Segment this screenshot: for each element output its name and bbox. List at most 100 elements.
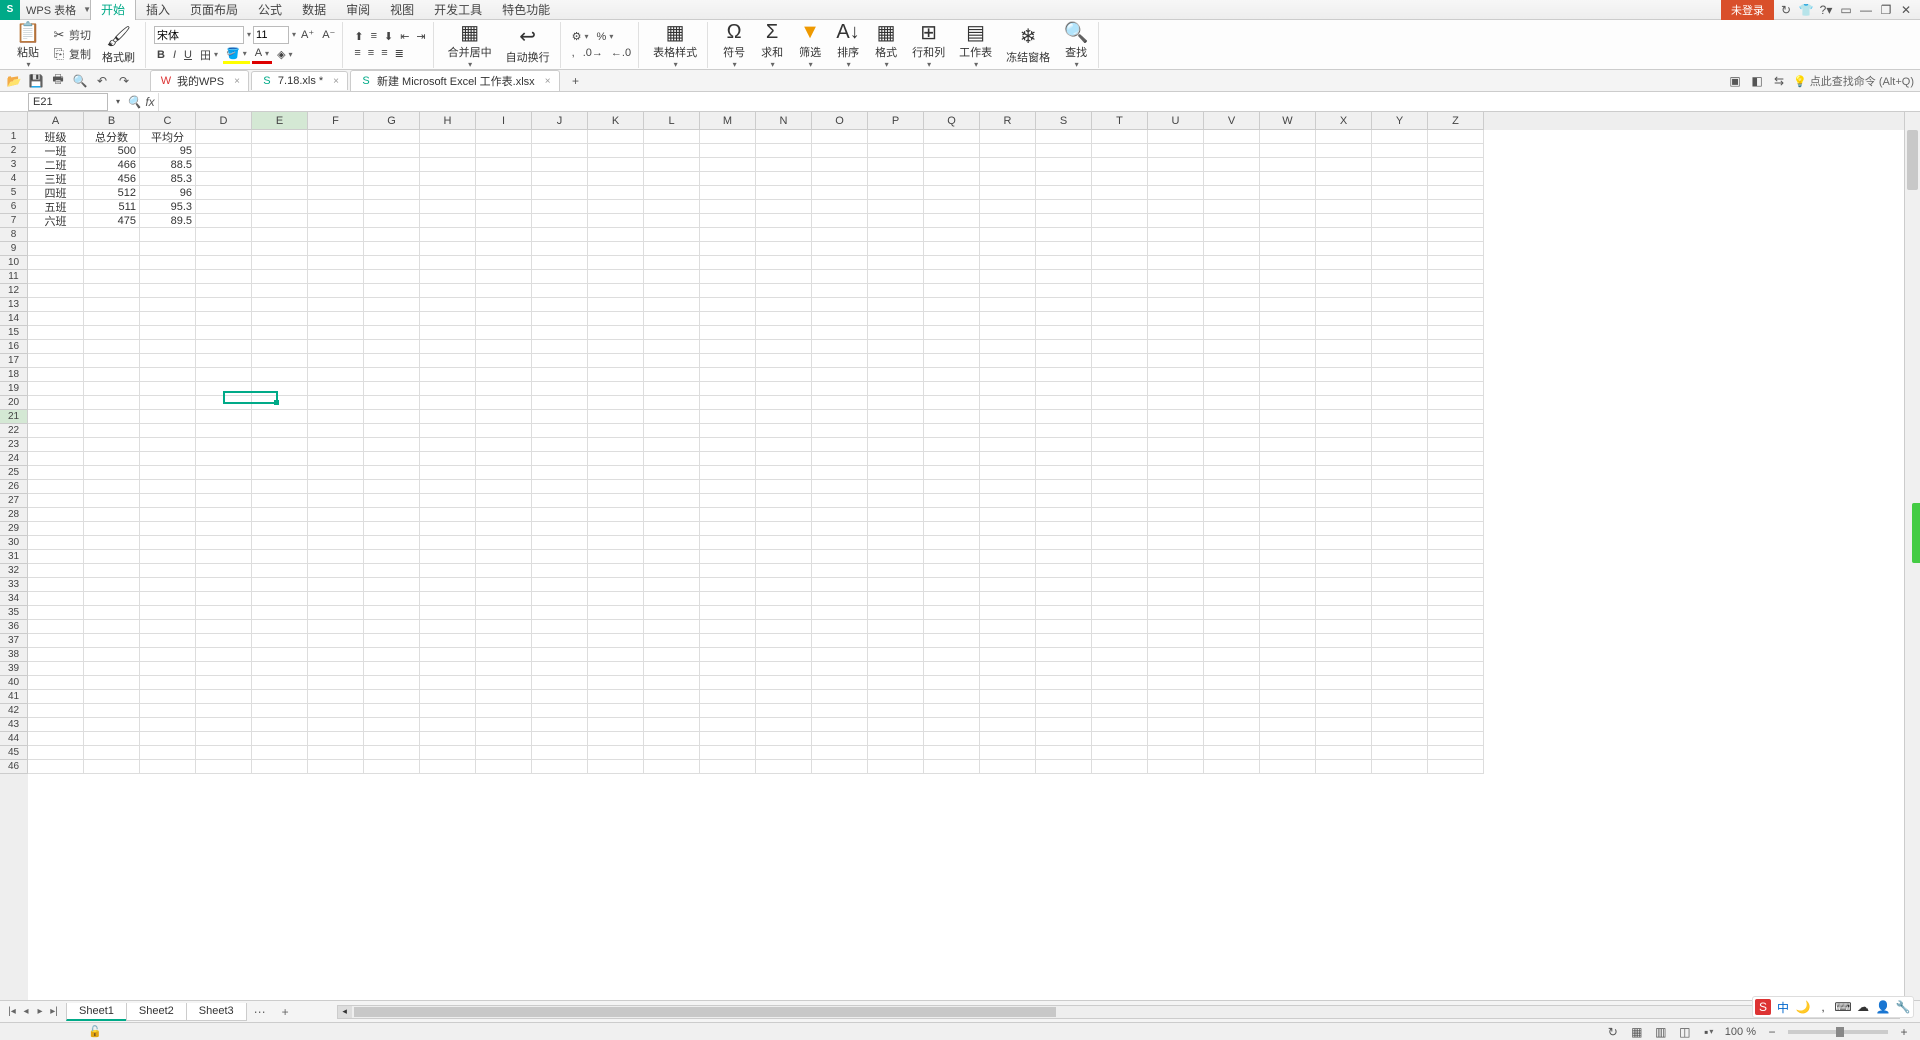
cell-Y8[interactable]	[1372, 228, 1428, 242]
cell-X8[interactable]	[1316, 228, 1372, 242]
cell-N33[interactable]	[756, 578, 812, 592]
cell-E14[interactable]	[252, 312, 308, 326]
cell-S19[interactable]	[1036, 382, 1092, 396]
cell-H37[interactable]	[420, 634, 476, 648]
cell-F24[interactable]	[308, 452, 364, 466]
cell-M38[interactable]	[700, 648, 756, 662]
cell-D21[interactable]	[196, 410, 252, 424]
cell-J39[interactable]	[532, 662, 588, 676]
cell-I16[interactable]	[476, 340, 532, 354]
cell-Q13[interactable]	[924, 298, 980, 312]
sheet-more-icon[interactable]: ⋯	[246, 1005, 274, 1019]
cell-K23[interactable]	[588, 438, 644, 452]
cell-H44[interactable]	[420, 732, 476, 746]
cell-U11[interactable]	[1148, 270, 1204, 284]
cell-N41[interactable]	[756, 690, 812, 704]
cell-D16[interactable]	[196, 340, 252, 354]
cell-K38[interactable]	[588, 648, 644, 662]
cell-S31[interactable]	[1036, 550, 1092, 564]
cell-X30[interactable]	[1316, 536, 1372, 550]
cell-U43[interactable]	[1148, 718, 1204, 732]
cell-M3[interactable]	[700, 158, 756, 172]
cell-D40[interactable]	[196, 676, 252, 690]
cell-Z17[interactable]	[1428, 354, 1484, 368]
cell-B46[interactable]	[84, 760, 140, 774]
cell-B29[interactable]	[84, 522, 140, 536]
cell-I40[interactable]	[476, 676, 532, 690]
cell-F4[interactable]	[308, 172, 364, 186]
cell-S30[interactable]	[1036, 536, 1092, 550]
col-header-B[interactable]: B	[84, 112, 140, 130]
cell-W6[interactable]	[1260, 200, 1316, 214]
cell-G26[interactable]	[364, 480, 420, 494]
cell-S11[interactable]	[1036, 270, 1092, 284]
cell-J14[interactable]	[532, 312, 588, 326]
cell-F43[interactable]	[308, 718, 364, 732]
cell-L8[interactable]	[644, 228, 700, 242]
freeze-button[interactable]: ❄冻结窗格	[1000, 23, 1056, 67]
row-header-12[interactable]: 12	[0, 284, 28, 298]
cell-J36[interactable]	[532, 620, 588, 634]
cell-I29[interactable]	[476, 522, 532, 536]
cell-G35[interactable]	[364, 606, 420, 620]
cell-L5[interactable]	[644, 186, 700, 200]
cell-B10[interactable]	[84, 256, 140, 270]
cell-W1[interactable]	[1260, 130, 1316, 144]
cell-B16[interactable]	[84, 340, 140, 354]
cell-Z5[interactable]	[1428, 186, 1484, 200]
cell-H27[interactable]	[420, 494, 476, 508]
cell-L35[interactable]	[644, 606, 700, 620]
cell-L38[interactable]	[644, 648, 700, 662]
cell-V13[interactable]	[1204, 298, 1260, 312]
cell-A5[interactable]: 四班	[28, 186, 84, 200]
cell-U37[interactable]	[1148, 634, 1204, 648]
cell-Y16[interactable]	[1372, 340, 1428, 354]
cell-H2[interactable]	[420, 144, 476, 158]
cell-M4[interactable]	[700, 172, 756, 186]
cell-V7[interactable]	[1204, 214, 1260, 228]
cell-J25[interactable]	[532, 466, 588, 480]
cell-L15[interactable]	[644, 326, 700, 340]
number-format-icon[interactable]: ⚙▾	[569, 29, 592, 44]
cell-E29[interactable]	[252, 522, 308, 536]
cell-V3[interactable]	[1204, 158, 1260, 172]
cell-B14[interactable]	[84, 312, 140, 326]
cell-G37[interactable]	[364, 634, 420, 648]
cell-Y43[interactable]	[1372, 718, 1428, 732]
row-header-14[interactable]: 14	[0, 312, 28, 326]
cell-S38[interactable]	[1036, 648, 1092, 662]
cell-Q36[interactable]	[924, 620, 980, 634]
cell-U44[interactable]	[1148, 732, 1204, 746]
view-split-icon[interactable]: ◫	[1677, 1024, 1693, 1040]
cell-X13[interactable]	[1316, 298, 1372, 312]
cell-Z14[interactable]	[1428, 312, 1484, 326]
cell-Y45[interactable]	[1372, 746, 1428, 760]
cell-H29[interactable]	[420, 522, 476, 536]
cell-U3[interactable]	[1148, 158, 1204, 172]
cell-U6[interactable]	[1148, 200, 1204, 214]
cell-L4[interactable]	[644, 172, 700, 186]
cell-K43[interactable]	[588, 718, 644, 732]
cell-V17[interactable]	[1204, 354, 1260, 368]
cell-A7[interactable]: 六班	[28, 214, 84, 228]
cell-T46[interactable]	[1092, 760, 1148, 774]
row-header-15[interactable]: 15	[0, 326, 28, 340]
cell-C42[interactable]	[140, 704, 196, 718]
row-header-21[interactable]: 21	[0, 410, 28, 424]
cell-Y42[interactable]	[1372, 704, 1428, 718]
cell-R6[interactable]	[980, 200, 1036, 214]
cell-V10[interactable]	[1204, 256, 1260, 270]
effects-button[interactable]: ◈▾	[274, 46, 295, 64]
cell-Z41[interactable]	[1428, 690, 1484, 704]
cell-I35[interactable]	[476, 606, 532, 620]
cell-W26[interactable]	[1260, 480, 1316, 494]
cell-L13[interactable]	[644, 298, 700, 312]
cell-L2[interactable]	[644, 144, 700, 158]
cell-X37[interactable]	[1316, 634, 1372, 648]
row-header-44[interactable]: 44	[0, 732, 28, 746]
cell-style-button[interactable]: ▦表格样式▾	[647, 18, 703, 71]
doc-lock-icon[interactable]: 🔓	[88, 1025, 102, 1038]
cell-L20[interactable]	[644, 396, 700, 410]
cell-C44[interactable]	[140, 732, 196, 746]
cell-P11[interactable]	[868, 270, 924, 284]
